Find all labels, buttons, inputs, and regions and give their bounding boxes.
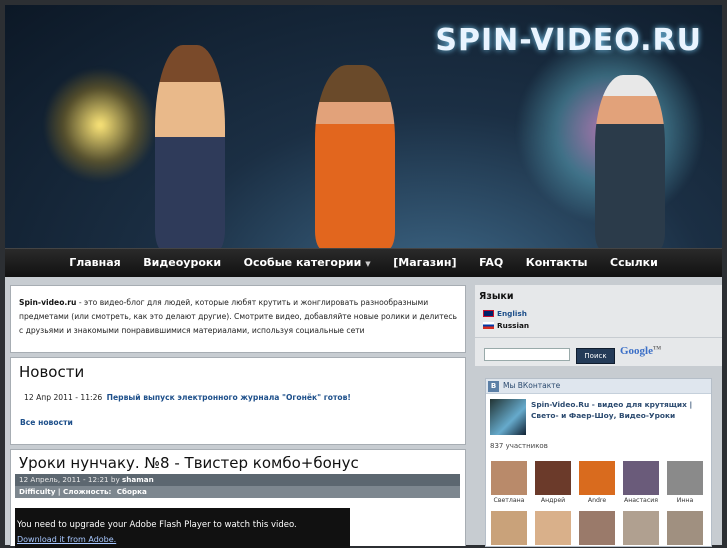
post-tags: Difficulty | Сложность: Сборка xyxy=(15,486,460,498)
chevron-down-icon: ▼ xyxy=(365,260,371,268)
avatar xyxy=(667,461,703,495)
nav-item-video-lessons[interactable]: Видеоуроки xyxy=(133,249,231,277)
video-player[interactable]: You need to upgrade your Adobe Flash Pla… xyxy=(15,508,350,548)
news-item-date: 12 Апр 2011 - 11:26 xyxy=(24,393,103,402)
search-button[interactable]: Поиск xyxy=(576,348,615,364)
vk-group[interactable]: Spin-Video.Ru - видео для крутящих | Све… xyxy=(490,399,706,435)
vk-member[interactable]: Инна xyxy=(666,461,704,504)
vk-member-row2[interactable] xyxy=(534,511,572,547)
language-english-label: English xyxy=(497,309,527,318)
nav-item-shop[interactable]: [Магазин] xyxy=(383,249,466,277)
site-intro-name: Spin-video.ru xyxy=(19,298,77,307)
search-input[interactable] xyxy=(484,348,570,361)
nav-item-links[interactable]: Ссылки xyxy=(600,249,668,277)
avatar xyxy=(579,461,615,495)
avatar xyxy=(491,511,527,545)
nav-item-contacts[interactable]: Контакты xyxy=(516,249,598,277)
vk-member-row2[interactable] xyxy=(622,511,660,547)
languages-block: Языки English Russian xyxy=(475,285,722,337)
google-logo-sup: TM xyxy=(653,346,662,352)
avatar xyxy=(579,511,615,545)
vk-widget-header: В Мы ВКонтакте xyxy=(486,379,711,394)
vk-member-name: Анастасия xyxy=(623,497,658,504)
news-item-link[interactable]: Первый выпуск электронного журнала "Огон… xyxy=(107,393,351,402)
vk-member-name: Светлана xyxy=(493,497,525,504)
vk-logo-icon: В xyxy=(488,380,499,392)
nav-item-special-categories[interactable]: Особые категории ▼ xyxy=(234,249,381,278)
vk-group-title[interactable]: Spin-Video.Ru - видео для крутящих | Све… xyxy=(531,399,706,435)
google-logo-text: Google xyxy=(620,345,653,357)
vk-group-avatar[interactable] xyxy=(490,399,526,435)
flash-upgrade-message: You need to upgrade your Adobe Flash Pla… xyxy=(17,520,297,530)
language-russian[interactable]: Russian xyxy=(483,321,529,330)
news-box: Новости 12 Апр 2011 - 11:26 Первый выпус… xyxy=(10,357,466,445)
vk-member[interactable]: Andre xyxy=(578,461,616,504)
site-intro-text: Spin-video.ru - это видео-блог для людей… xyxy=(11,286,465,338)
nav-item-special-categories-label: Особые категории xyxy=(243,256,362,269)
vk-widget: В Мы ВКонтакте Spin-Video.Ru - видео для … xyxy=(485,378,712,547)
vk-member-count: 837 участников xyxy=(490,442,548,450)
languages-title: Языки xyxy=(479,291,514,302)
header-figure-man-right xyxy=(595,75,665,248)
avatar xyxy=(623,461,659,495)
vk-member-name: Андрей xyxy=(540,497,566,504)
russia-flag-icon xyxy=(483,322,494,329)
avatar xyxy=(535,461,571,495)
avatar xyxy=(491,461,527,495)
vk-member-row2[interactable] xyxy=(490,511,528,547)
google-logo: GoogleTM xyxy=(620,345,661,357)
post-date: 12 Апрель, 2011 - 12:21 xyxy=(19,475,109,484)
header-glow-left xyxy=(45,65,155,185)
avatar xyxy=(535,511,571,545)
post-meta: 12 Апрель, 2011 - 12:21 by shaman xyxy=(15,474,460,486)
site-logo[interactable]: SPIN-VIDEO.RU xyxy=(435,23,702,58)
language-english[interactable]: English xyxy=(483,309,527,318)
avatar xyxy=(667,511,703,545)
vk-member[interactable]: Светлана xyxy=(490,461,528,504)
post-tag-value[interactable]: Сборка xyxy=(117,487,147,496)
vk-member-row2[interactable] xyxy=(666,511,704,547)
avatar xyxy=(623,511,659,545)
site-intro-description: - это видео-блог для людей, которые любя… xyxy=(19,298,457,335)
search-block: Поиск GoogleTM xyxy=(475,338,722,366)
vk-member-name: Andre xyxy=(587,497,607,504)
vk-widget-title: Мы ВКонтакте xyxy=(503,381,561,390)
nav-item-home[interactable]: Главная xyxy=(59,249,131,277)
site-header-banner[interactable]: SPIN-VIDEO.RU xyxy=(5,5,722,248)
post-title[interactable]: Уроки нунчаку. №8 - Твистер комбо+бонус xyxy=(11,450,465,472)
all-news-link[interactable]: Все новости xyxy=(20,418,73,427)
post-author[interactable]: shaman xyxy=(122,475,154,484)
news-title: Новости xyxy=(19,363,85,381)
flash-download-link[interactable]: Download it from Adobe. xyxy=(17,535,116,544)
header-figure-man-center xyxy=(315,65,395,248)
post-tag-label: Difficulty | Сложность: xyxy=(19,487,112,496)
news-item: 12 Апр 2011 - 11:26 Первый выпуск электр… xyxy=(24,393,351,402)
main-navigation: Главная Видеоуроки Особые категории ▼ [Ма… xyxy=(5,248,722,278)
uk-flag-icon xyxy=(483,310,494,317)
vk-member-row2[interactable] xyxy=(578,511,616,547)
vk-member-name: Инна xyxy=(676,497,694,504)
post-box: Уроки нунчаку. №8 - Твистер комбо+бонус … xyxy=(10,449,466,548)
vk-member[interactable]: Андрей xyxy=(534,461,572,504)
nav-item-faq[interactable]: FAQ xyxy=(469,249,513,277)
language-russian-label: Russian xyxy=(497,321,530,330)
header-figure-girl xyxy=(155,45,225,248)
post-by: by xyxy=(110,475,120,484)
main-content-area: Spin-video.ru - это видео-блог для людей… xyxy=(5,277,722,548)
site-intro-box: Spin-video.ru - это видео-блог для людей… xyxy=(10,285,466,353)
vk-member[interactable]: Анастасия xyxy=(622,461,660,504)
